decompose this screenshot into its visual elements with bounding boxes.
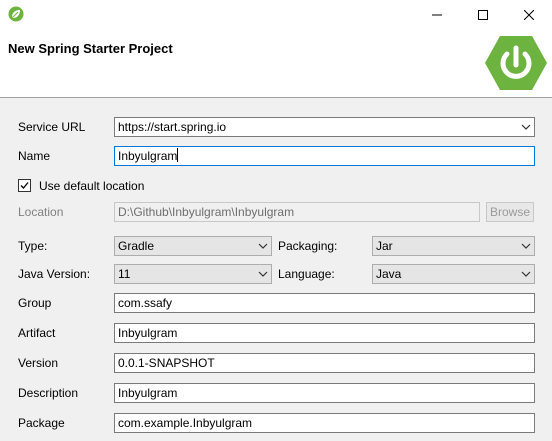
packaging-label: Packaging: xyxy=(278,239,338,253)
spring-leaf-icon xyxy=(8,6,24,22)
maximize-button[interactable] xyxy=(460,0,506,30)
minimize-icon xyxy=(432,14,442,16)
maximize-icon xyxy=(478,10,488,20)
location-label: Location xyxy=(18,205,64,219)
wizard-title: New Spring Starter Project xyxy=(8,41,173,56)
type-label: Type: xyxy=(18,239,48,253)
artifact-field[interactable]: Inbyulgram xyxy=(114,323,535,343)
spring-power-icon xyxy=(485,36,547,90)
chevron-down-icon xyxy=(521,124,531,130)
service-url-combo[interactable]: https://start.spring.io xyxy=(114,117,535,137)
location-value: D:\Github\Inbyulgram\Inbyulgram xyxy=(118,205,295,219)
java-version-select[interactable]: 11 xyxy=(114,264,272,284)
description-value: Inbyulgram xyxy=(118,386,178,400)
browse-button: Browse xyxy=(486,202,534,222)
group-label: Group xyxy=(18,296,52,310)
group-value: com.ssafy xyxy=(118,296,173,310)
checkmark-icon xyxy=(20,182,29,189)
language-select[interactable]: Java xyxy=(372,264,535,284)
java-version-value: 11 xyxy=(118,267,131,281)
version-label: Version xyxy=(18,356,59,370)
type-select[interactable]: Gradle xyxy=(114,236,272,256)
language-value: Java xyxy=(376,267,402,281)
text-caret xyxy=(177,148,179,162)
description-field[interactable]: Inbyulgram xyxy=(114,383,535,403)
chevron-down-icon xyxy=(258,271,268,277)
name-label: Name xyxy=(18,149,51,163)
artifact-label: Artifact xyxy=(18,326,56,340)
java-version-label: Java Version: xyxy=(18,267,91,281)
artifact-value: Inbyulgram xyxy=(118,326,178,340)
chevron-down-icon xyxy=(521,271,531,277)
name-value: Inbyulgram xyxy=(118,149,178,163)
use-default-location-checkbox[interactable] xyxy=(18,179,31,192)
description-label: Description xyxy=(18,386,79,400)
chevron-down-icon xyxy=(521,243,531,249)
group-field[interactable]: com.ssafy xyxy=(114,293,535,313)
package-label: Package xyxy=(18,416,65,430)
wizard-banner: New Spring Starter Project xyxy=(0,30,552,98)
title-bar xyxy=(0,0,552,30)
name-field[interactable]: Inbyulgram xyxy=(114,146,535,166)
version-field[interactable]: 0.0.1-SNAPSHOT xyxy=(114,353,535,373)
language-label: Language: xyxy=(278,267,335,281)
service-url-label: Service URL xyxy=(18,120,86,134)
location-field: D:\Github\Inbyulgram\Inbyulgram xyxy=(114,202,480,222)
close-icon xyxy=(524,10,534,20)
type-value: Gradle xyxy=(118,239,155,253)
package-value: com.example.Inbyulgram xyxy=(118,416,253,430)
use-default-location-label: Use default location xyxy=(39,179,145,193)
version-value: 0.0.1-SNAPSHOT xyxy=(118,356,215,370)
minimize-button[interactable] xyxy=(414,0,460,30)
packaging-value: Jar xyxy=(376,239,393,253)
service-url-value: https://start.spring.io xyxy=(118,120,227,134)
close-button[interactable] xyxy=(506,0,552,30)
packaging-select[interactable]: Jar xyxy=(372,236,535,256)
chevron-down-icon xyxy=(258,243,268,249)
package-field[interactable]: com.example.Inbyulgram xyxy=(114,413,535,433)
